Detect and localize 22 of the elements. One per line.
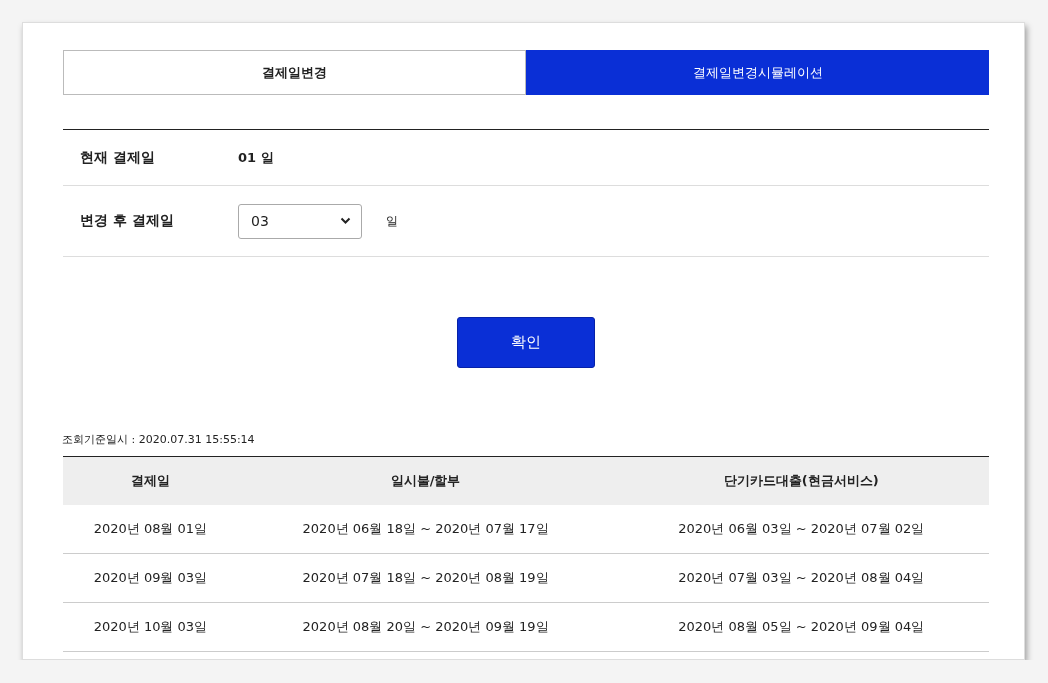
table-cell: 2020년 09월 03일	[63, 553, 238, 603]
dropdown[interactable]: 03	[238, 203, 362, 239]
timestamp: 조회기준일시 : 2020.07.31 15:55:14	[62, 432, 256, 447]
table-cell: 2020년 07월 18일 ~ 2020년 08월 19일	[237, 553, 614, 603]
field-value: 01 일	[238, 148, 274, 167]
table-cell: 2020년 06월 18일 ~ 2020년 07월 17일	[237, 505, 614, 554]
table-cell: 2020년 10월 03일	[63, 602, 238, 652]
table-cell: 2020년 08월 05일 ~ 2020년 09월 04일	[613, 602, 989, 652]
column-header: 일시불/할부	[237, 456, 614, 505]
tab[interactable]: 결제일변경시뮬레이션	[526, 50, 989, 95]
field-label: 현재 결제일	[80, 148, 156, 167]
tab[interactable]: 결제일변경	[63, 50, 526, 95]
unit-label: 일	[386, 212, 398, 230]
column-header: 단기카드대출(현금서비스)	[613, 456, 989, 505]
confirm-button[interactable]: 확인	[457, 317, 595, 368]
field-label: 변경 후 결제일	[80, 212, 175, 230]
table-cell: 2020년 08월 20일 ~ 2020년 09월 19일	[237, 602, 614, 652]
chevron-down-icon	[340, 217, 351, 225]
table-cell: 2020년 07월 03일 ~ 2020년 08월 04일	[613, 553, 989, 603]
table-cell: 2020년 06월 03일 ~ 2020년 07월 02일	[613, 505, 989, 554]
column-header: 결제일	[63, 456, 238, 505]
table-cell: 2020년 08월 01일	[63, 505, 238, 554]
